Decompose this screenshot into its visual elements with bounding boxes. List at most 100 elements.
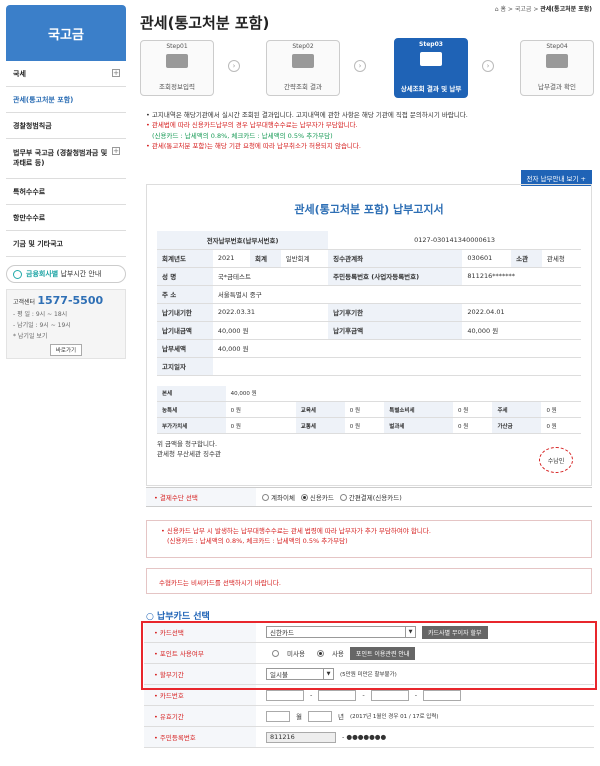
expand-icon[interactable]: +: [112, 69, 120, 77]
sidebar-item-national-tax[interactable]: 국세 +: [6, 61, 126, 87]
sidebar-item-police-fine[interactable]: 경찰청범칙금: [6, 113, 126, 139]
bill-value: 811216*******: [462, 267, 581, 286]
info-line: (신용카드 : 납세액의 0.8%, 체크카드 : 납세액의 0.5% 추가부담…: [152, 131, 333, 140]
keyboard-icon: [166, 54, 188, 68]
bank-hours-link[interactable]: 금융회사별 납부시간 안내: [6, 265, 126, 283]
table-cell: 0 원: [344, 417, 385, 434]
sidebar-item-justice[interactable]: 법무부 국고금 (경찰청범과금 및 과태료 등) +: [6, 139, 126, 179]
expand-icon[interactable]: +: [112, 147, 120, 155]
clock-icon: [13, 269, 22, 279]
bill-label: 회계: [249, 249, 281, 268]
bill-footer: 위 금액을 청구합니다. 관세청 부산세관 징수관: [157, 440, 581, 460]
bill-label: 납기내기한: [157, 303, 213, 322]
info-line: • 관세법에 따라 신용카드납부의 경우 납부대행수수료는 납부자가 부담합니다…: [146, 121, 358, 130]
shortcut-button[interactable]: 바로가기: [50, 344, 82, 356]
sidebar-item-port[interactable]: 항만수수료: [6, 205, 126, 231]
table-cell: 주세: [492, 401, 542, 418]
sidebar-item-label: 경찰청범칙금: [13, 121, 52, 130]
bill-value: 2022.04.01: [462, 303, 581, 322]
sidebar-item-fund[interactable]: 기금 및 기타국고: [6, 231, 126, 257]
sidebar-item-label: 국세: [13, 69, 26, 78]
expiry-month-input[interactable]: [266, 710, 290, 722]
sidebar-item-customs[interactable]: 관세(통고처분 포함): [6, 87, 126, 113]
bill-label: 징수관계좌: [328, 249, 463, 268]
expiry-year-label: 년: [337, 713, 344, 721]
chevron-right-icon: ›: [482, 60, 494, 72]
step-label: 상세조회 결과 및 납부: [400, 85, 462, 93]
step-num: Step03: [419, 41, 443, 48]
chevron-right-icon: ›: [228, 60, 240, 72]
sidebar-item-label: 관세(통고처분 포함): [13, 95, 74, 104]
expiry-label: • 유효기간: [144, 706, 256, 726]
payment-method-row: • 결제수단 선택 계좌이체 신용카드 간편결제(신용카드): [146, 487, 592, 507]
call-center-box: 고객센터 1577-5500 - 평 일 : 9시 ~ 18시 - 납기일 : …: [6, 289, 126, 359]
card-number-4[interactable]: [423, 689, 462, 701]
breadcrumb: ⌂ 홈 > 국고금 > 관세(통고처분 포함): [495, 4, 592, 13]
notice-bank: 금융회사별: [26, 270, 59, 278]
sidebar-item-patent[interactable]: 특허수수료: [6, 179, 126, 205]
card-number-2[interactable]: [318, 689, 357, 701]
bill-value: 0127-030141340000613: [328, 231, 581, 250]
card-number-3[interactable]: [370, 689, 409, 701]
bill-label: 납기후기한: [328, 303, 463, 322]
sidebar-item-label: 기금 및 기타국고: [13, 239, 63, 248]
notice-text: 납부시간 안내: [60, 270, 102, 278]
table-cell: 부가가치세: [157, 417, 226, 434]
payment-method-label: • 결제수단 선택: [146, 488, 256, 506]
step-3: Step03 상세조회 결과 및 납부: [394, 38, 468, 98]
table-cell: [295, 385, 581, 402]
table-cell: 0 원: [452, 417, 493, 434]
bill-title: 관세(통고처분 포함) 납부고지서: [294, 203, 444, 216]
form-row: • 유효기간 월 년 (2017년 1월인 경우 01 / 17로 입력): [144, 706, 594, 727]
bill-value: 일반회계: [280, 249, 329, 268]
rrn-back-input[interactable]: - ●●●●●●●: [342, 733, 386, 741]
warning-line: (신용카드 : 납세액의 0.8%, 체크카드 : 납세액의 0.5% 추가부담…: [167, 537, 348, 546]
rrn-front-input[interactable]: 811216: [266, 731, 336, 743]
highlight-frame: [141, 621, 597, 690]
bill-value: 2021: [212, 249, 250, 268]
step-num: Step04: [546, 43, 568, 50]
sidebar-title: 국고금: [6, 5, 126, 61]
card-number-1[interactable]: [266, 689, 304, 701]
sidebar: 국고금 국세 + 관세(통고처분 포함) 경찰청범칙금 법무부 국고금 (경찰청…: [6, 5, 126, 359]
breadcrumb-current: 관세(통고처분 포함): [540, 6, 592, 13]
expiry-note: (2017년 1월인 경우 01 / 17로 입력): [349, 714, 439, 720]
table-cell: 0 원: [225, 417, 296, 434]
radio-easy-pay[interactable]: [339, 493, 347, 501]
table-row: 농특세 0 원 교육세 0 원 특별소비세 0 원 주세 0 원: [157, 401, 581, 418]
bill-value: 2022.03.31: [212, 303, 329, 322]
page-title: 관세(통고처분 포함): [140, 14, 270, 32]
bill-label: 납부세액: [157, 339, 213, 358]
sidebar-item-label: 특허수수료: [13, 187, 46, 196]
radio-label: 계좌이체: [271, 494, 295, 502]
bill-value: 관세청: [541, 249, 581, 268]
radio-transfer[interactable]: [262, 493, 269, 501]
step-num: Step01: [166, 43, 188, 50]
bill-label: 주민등록번호 (사업자등록번호): [328, 267, 463, 286]
bill-value: 40,000 원: [212, 339, 581, 358]
radio-credit-card[interactable]: [300, 493, 308, 501]
table-cell: 0 원: [541, 401, 581, 418]
table-cell: 0 원: [225, 401, 296, 418]
bill-footer-line: 관세청 부산세관 징수관: [157, 449, 221, 458]
chevron-right-icon: ›: [354, 60, 366, 72]
table-cell: 가산금: [492, 417, 542, 434]
bill-footer-line: 위 금액을 청구합니다.: [157, 440, 218, 448]
radio-label: 간편결제(신용카드): [348, 494, 402, 502]
receipt-stamp: 수납인: [539, 447, 573, 473]
call-number: 1577-5500: [37, 294, 104, 307]
tax-breakdown-table: 본세 40,000 원 농특세 0 원 교육세 0 원 특별소비세 0 원 주세…: [157, 385, 581, 434]
call-line: * 납기일 보기: [13, 333, 48, 340]
info-line: • 관세(통고처분 포함)는 해당 기관 요청에 따라 납부취소가 허용되지 않…: [146, 142, 361, 151]
bill-label: 주 소: [157, 285, 213, 304]
breadcrumb-path[interactable]: ⌂ 홈 > 국고금 >: [495, 6, 540, 13]
step-label: 조회정보입력: [159, 83, 195, 91]
expiry-year-input[interactable]: [307, 710, 332, 722]
table-cell: 0 원: [452, 401, 493, 418]
bill-label: 납기후금액: [328, 321, 463, 340]
table-cell: 본세: [157, 385, 226, 402]
table-row: 부가가치세 0 원 교통세 0 원 벌과세 0 원 가산금 0 원: [157, 417, 581, 434]
sidebar-item-label: 항만수수료: [13, 213, 46, 222]
call-line: - 납기일 : 9시 ~ 19시: [13, 322, 71, 329]
table-cell: 0 원: [344, 401, 385, 418]
